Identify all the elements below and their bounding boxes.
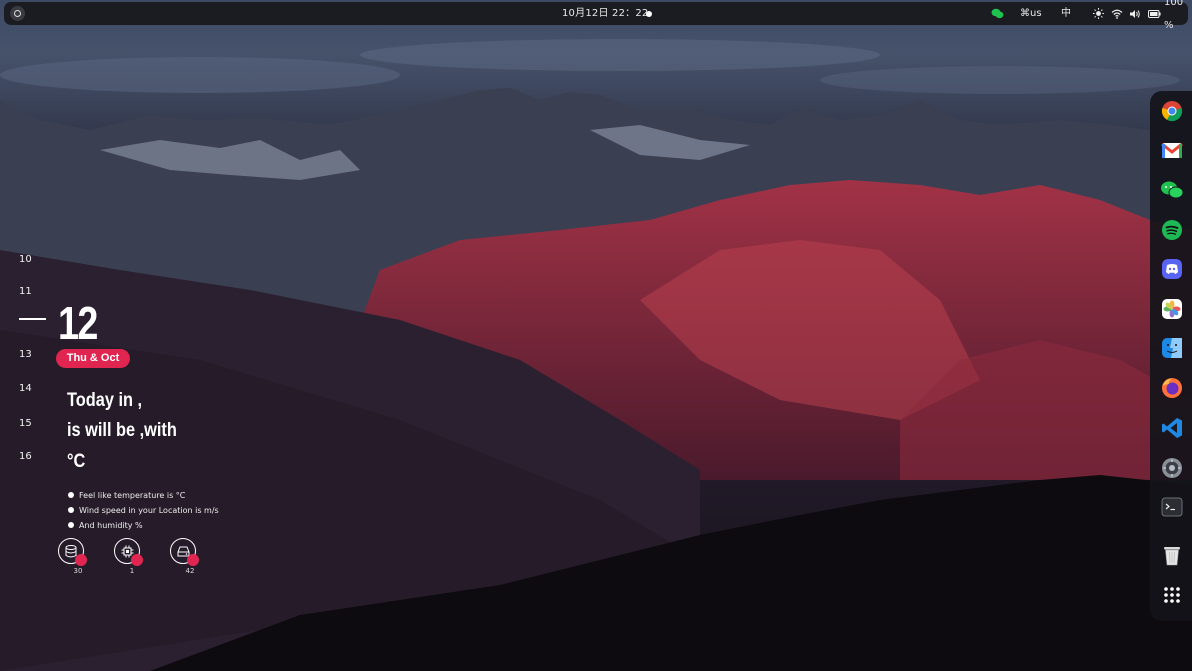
dock-photos[interactable]: [1160, 297, 1184, 321]
app-grid-icon: [1164, 587, 1180, 603]
activities-icon: [14, 10, 21, 17]
dock-wechat[interactable]: [1160, 178, 1184, 202]
dock-firefox[interactable]: [1160, 376, 1184, 400]
dock-settings[interactable]: [1160, 456, 1184, 480]
dock-vscode[interactable]: [1160, 416, 1184, 440]
gauge-indicator: [131, 554, 143, 566]
dock-chrome[interactable]: [1160, 99, 1184, 123]
gmail-icon: [1161, 142, 1183, 158]
current-day-marker: [19, 318, 46, 320]
wechat-tray-icon[interactable]: [991, 2, 1004, 25]
calendar-day: 16: [19, 451, 32, 462]
activities-button[interactable]: [10, 6, 25, 21]
keyboard-layout-indicator[interactable]: ⌘us: [1020, 2, 1042, 25]
gauge-indicator: [75, 554, 87, 566]
dock-app-grid[interactable]: [1160, 583, 1184, 607]
current-day-number: 12: [58, 297, 98, 349]
dock-terminal[interactable]: [1160, 495, 1184, 519]
weekday-month-badge: Thu & Oct: [56, 349, 130, 368]
bullet-icon: [68, 492, 74, 498]
weather-headline: is will be ,with: [67, 420, 177, 441]
weather-headline: Today in ,: [67, 390, 143, 411]
dock-finder[interactable]: [1160, 336, 1184, 360]
bullet-icon: [68, 507, 74, 513]
bullet-icon: [68, 522, 74, 528]
storage-usage-value: 42: [185, 567, 195, 575]
calendar-day: 15: [19, 418, 32, 429]
gauge-indicator: [187, 554, 199, 566]
weather-temperature: °C: [67, 451, 86, 472]
weather-detail: And humidity %: [79, 521, 143, 530]
chrome-icon: [1161, 101, 1183, 122]
input-method-indicator[interactable]: 中: [1061, 2, 1071, 25]
calendar-day: 13: [19, 349, 32, 360]
trash-icon: [1164, 547, 1180, 566]
disk-usage-value: 30: [73, 567, 83, 575]
discord-icon: [1162, 259, 1182, 279]
battery-percentage: 100 %: [1164, 0, 1184, 31]
terminal-icon: [1161, 497, 1183, 517]
spotify-icon: [1162, 220, 1182, 240]
dock-spotify[interactable]: [1160, 218, 1184, 242]
wifi-icon[interactable]: [1111, 2, 1123, 25]
dock-gmail[interactable]: [1160, 138, 1184, 162]
volume-icon[interactable]: [1129, 2, 1141, 25]
wechat-icon: [1161, 181, 1184, 199]
dock-discord[interactable]: [1160, 257, 1184, 281]
calendar-day: 14: [19, 383, 32, 394]
battery-icon[interactable]: [1148, 2, 1161, 25]
clock-date[interactable]: 10月12日 22：22: [562, 2, 648, 25]
weather-detail: Wind speed in your Location is m/s: [79, 506, 219, 515]
hard-drive-icon: [177, 546, 189, 556]
dock-trash[interactable]: [1160, 543, 1184, 567]
finder-icon: [1162, 338, 1182, 358]
firefox-icon: [1162, 378, 1182, 398]
brightness-icon[interactable]: [1093, 2, 1104, 25]
cpu-usage-gauge: [114, 538, 143, 566]
storage-usage-gauge: [170, 538, 199, 566]
notification-dot-icon: [646, 11, 652, 17]
top-panel: 10月12日 22：22 ⌘us 中 100 %: [4, 0, 1188, 31]
calendar-day: 11: [19, 286, 32, 297]
disk-usage-gauge: [58, 538, 87, 566]
dock: [1150, 91, 1192, 621]
photos-icon: [1162, 299, 1182, 319]
vscode-icon: [1162, 418, 1182, 438]
cpu-usage-value: 1: [129, 567, 135, 575]
calendar-day: 10: [19, 254, 32, 265]
weather-detail: Feel like temperature is °C: [79, 491, 186, 500]
settings-icon: [1162, 458, 1182, 478]
